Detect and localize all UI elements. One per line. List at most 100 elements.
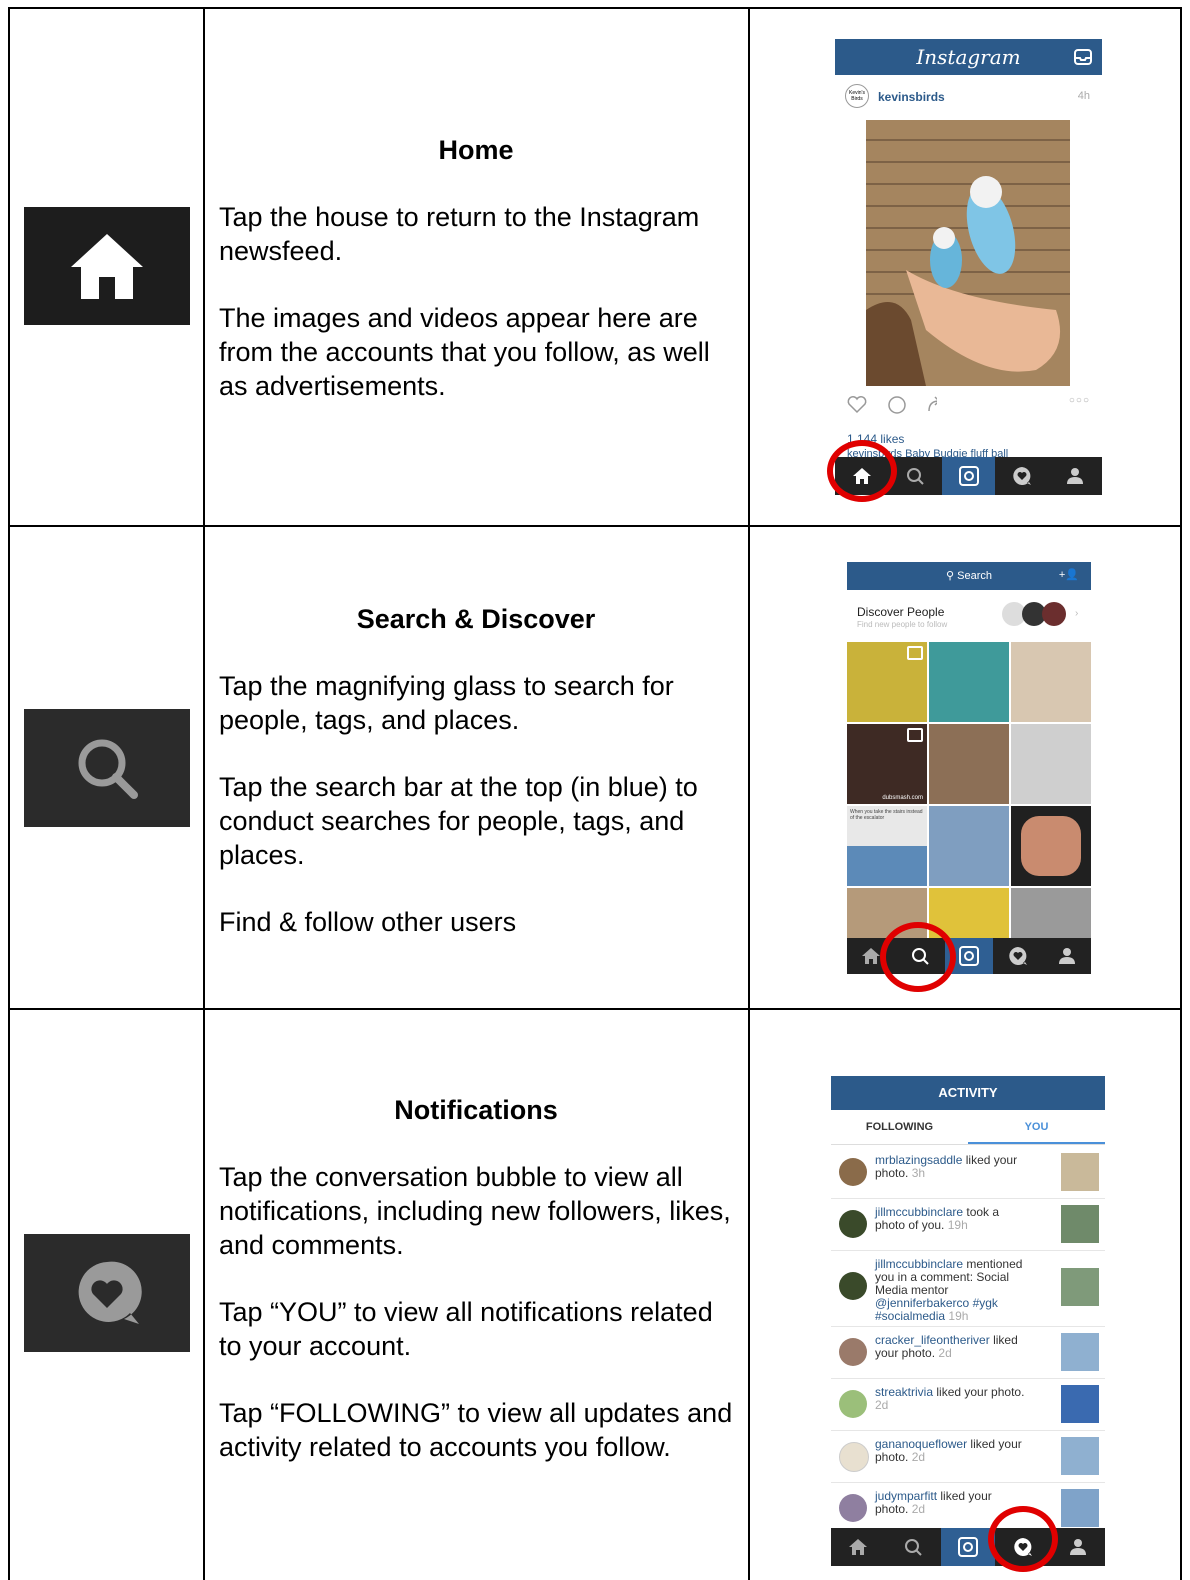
- list-item[interactable]: streaktrivia liked your photo. 2d: [831, 1378, 1105, 1431]
- more-icon[interactable]: ○○○: [1069, 395, 1090, 406]
- profile-icon: [1067, 468, 1084, 484]
- home-icon: [849, 1539, 868, 1555]
- grid-tile[interactable]: [1011, 806, 1091, 886]
- paragraph: Tap the conversation bubble to view all …: [219, 1162, 731, 1260]
- grid-tile[interactable]: When you take the stairs instead of the …: [847, 806, 927, 886]
- avatar: [839, 1442, 869, 1472]
- thumbnail: [1061, 1205, 1099, 1243]
- search-icon: [905, 1539, 922, 1556]
- budgie-photo: [866, 120, 1070, 386]
- table-border-left: [8, 7, 10, 1580]
- nav-profile[interactable]: [1050, 1528, 1105, 1566]
- bottom-nav: [831, 1528, 1105, 1566]
- notifications-description: Notifications Tap the conversation bubbl…: [219, 1093, 739, 1464]
- home-description: Home Tap the house to return to the Inst…: [219, 133, 739, 403]
- add-user-icon[interactable]: +👤: [1059, 568, 1079, 581]
- highlight-ring: [880, 922, 956, 992]
- search-icon-tile: [24, 709, 190, 827]
- table-border-right: [1180, 7, 1182, 1580]
- post-time: 4h: [1077, 90, 1090, 102]
- thumbnail: [1061, 1333, 1099, 1371]
- avatar: [839, 1338, 867, 1366]
- highlight-ring: [827, 440, 897, 502]
- home-icon: [862, 948, 881, 964]
- activity-header: ACTIVITY: [831, 1076, 1105, 1110]
- like-icon: [847, 396, 867, 414]
- nav-profile[interactable]: [1042, 938, 1091, 974]
- paragraph: Tap the house to return to the Instagram…: [219, 202, 700, 266]
- tile-caption: When you take the stairs instead of the …: [850, 809, 923, 821]
- thumbnail: [1061, 1385, 1099, 1423]
- inbox-icon[interactable]: [1074, 49, 1092, 65]
- thumbnail: [1061, 1153, 1099, 1191]
- nav-activity[interactable]: [993, 938, 1042, 974]
- thumbnail: [1061, 1268, 1099, 1306]
- post-actions: [847, 396, 937, 414]
- heart-bubble-icon: [78, 1261, 142, 1324]
- grid-tile[interactable]: dubsmash.com: [847, 724, 927, 804]
- avatar: [1042, 602, 1066, 626]
- list-item[interactable]: mrblazingsaddle liked your photo. 3h: [831, 1146, 1105, 1199]
- search-icon: [907, 468, 924, 485]
- avatar[interactable]: Kevin's Birds: [845, 84, 869, 108]
- section-heading: Home: [438, 135, 514, 165]
- search-screenshot: ⚲ Search +👤 Discover People Find new peo…: [847, 562, 1091, 974]
- paragraph: Find & follow other users: [219, 907, 517, 937]
- grid-tile[interactable]: [929, 724, 1009, 804]
- nav-camera[interactable]: [940, 1528, 996, 1566]
- paragraph: The images and videos appear here are fr…: [219, 303, 710, 401]
- tab-following[interactable]: FOLLOWING: [831, 1110, 968, 1144]
- paragraph: Tap “FOLLOWING” to view all updates and …: [219, 1398, 733, 1462]
- nav-camera[interactable]: [941, 457, 996, 495]
- share-icon: [928, 396, 937, 412]
- guide-table: Home Tap the house to return to the Inst…: [0, 0, 1190, 1580]
- nav-profile[interactable]: [1049, 457, 1102, 495]
- activity-icon-tile: [24, 1234, 190, 1352]
- nav-activity[interactable]: [995, 457, 1048, 495]
- list-item[interactable]: jillmccubbinclare took a photo of you. 1…: [831, 1198, 1105, 1251]
- paragraph: Tap “YOU” to view all notifications rela…: [219, 1297, 713, 1361]
- nav-home[interactable]: [831, 1528, 886, 1566]
- section-heading: Search & Discover: [356, 604, 596, 634]
- activity-screenshot: ACTIVITY FOLLOWING YOU mrblazingsaddle l…: [831, 1076, 1105, 1566]
- home-icon: [71, 234, 143, 299]
- grid-tile[interactable]: [1011, 724, 1091, 804]
- camera-icon: [957, 1537, 978, 1557]
- list-item[interactable]: judymparfitt liked your photo. 2d: [831, 1482, 1105, 1534]
- highlight-ring: [988, 1506, 1058, 1572]
- chevron-right-icon[interactable]: ›: [1075, 608, 1078, 619]
- list-item[interactable]: cracker_lifeontheriver liked your photo.…: [831, 1326, 1105, 1379]
- heart-bubble-icon: [1009, 947, 1027, 965]
- camera-icon: [958, 946, 979, 966]
- search-placeholder: Search: [957, 570, 992, 582]
- app-title: Instagram: [916, 45, 1021, 69]
- grid-tile[interactable]: [1011, 642, 1091, 722]
- nav-search[interactable]: [886, 1528, 941, 1566]
- section-heading: Notifications: [394, 1095, 558, 1125]
- home-screenshot: Instagram Kevin's Birds kevinsbirds 4h ○…: [835, 39, 1102, 495]
- comment-icon: [888, 396, 906, 414]
- list-item[interactable]: jillmccubbinclare mentioned you in a com…: [831, 1250, 1105, 1327]
- profile-icon: [1058, 948, 1075, 964]
- discover-subtitle: Find new people to follow: [857, 620, 948, 629]
- camera-icon: [958, 466, 979, 486]
- thumbnail: [1061, 1437, 1099, 1475]
- instagram-header: Instagram: [835, 39, 1102, 75]
- video-icon: [907, 728, 923, 742]
- grid-tile[interactable]: [929, 642, 1009, 722]
- video-icon: [907, 646, 923, 660]
- search-bar[interactable]: ⚲ Search +👤: [847, 562, 1091, 590]
- grid-tile[interactable]: [847, 642, 927, 722]
- paragraph: Tap the magnifying glass to search for p…: [219, 671, 674, 735]
- discover-title[interactable]: Discover People: [857, 605, 944, 619]
- grid-tile[interactable]: [929, 806, 1009, 886]
- post-username[interactable]: kevinsbirds: [878, 90, 945, 104]
- avatar: [839, 1210, 867, 1238]
- avatar: [839, 1390, 867, 1418]
- avatar: [839, 1494, 867, 1522]
- tab-you[interactable]: YOU: [968, 1110, 1105, 1144]
- thumbnail: [1061, 1489, 1099, 1527]
- post-photo[interactable]: [866, 120, 1070, 386]
- column-divider: [203, 7, 205, 1580]
- list-item[interactable]: gananoqueflower liked your photo. 2d: [831, 1430, 1105, 1483]
